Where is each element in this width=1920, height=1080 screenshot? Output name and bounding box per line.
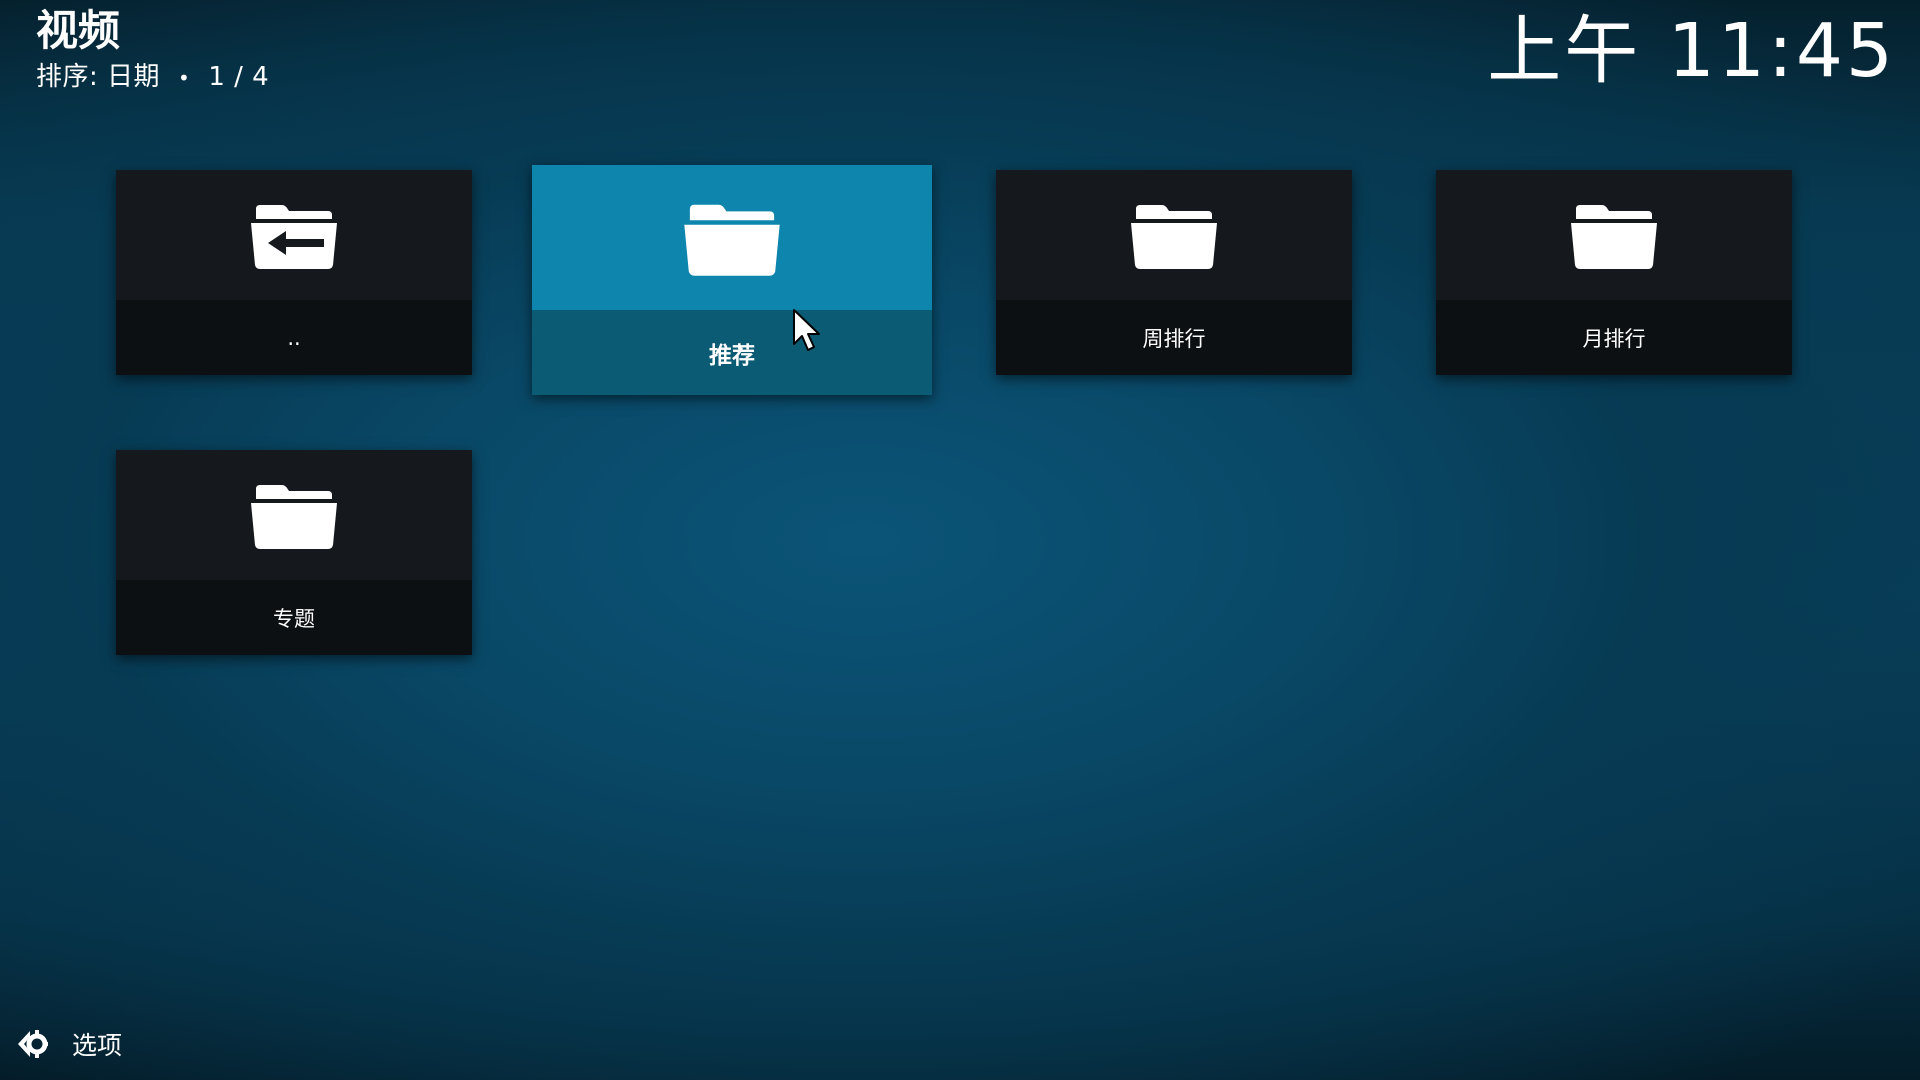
folder-tile-recommended[interactable]: 推荐 [532,165,932,395]
tile-label: 推荐 [532,310,932,395]
folder-icon [1131,205,1217,269]
tile-label: 周排行 [996,300,1352,375]
tile-label: 月排行 [1436,300,1792,375]
page-title: 视频 [36,6,121,55]
tile-icon-area [996,170,1352,300]
parent-folder-tile[interactable]: .. [116,170,472,375]
folder-back-icon [251,205,337,269]
page-indicator: 1 / 4 [208,62,270,92]
options-gear-icon [18,1030,48,1058]
tile-label: .. [116,300,472,375]
tile-label: 专题 [116,580,472,655]
clock: 上午 11:45 [1487,8,1896,94]
folder-icon [684,204,780,276]
folder-icon [1571,205,1657,269]
tile-icon-area [532,165,932,310]
folder-tile-topics[interactable]: 专题 [116,450,472,655]
folder-icon [251,485,337,549]
tile-icon-area [116,170,472,300]
separator-dot: • [178,65,191,90]
folder-tile-weekly[interactable]: 周排行 [996,170,1352,375]
tile-icon-area [116,450,472,580]
sort-label[interactable]: 排序: 日期 [36,62,160,92]
tile-icon-area [1436,170,1792,300]
options-button[interactable]: 选项 [14,1026,122,1062]
sort-info: 排序: 日期 • 1 / 4 [36,56,269,93]
folder-tile-monthly[interactable]: 月排行 [1436,170,1792,375]
options-label: 选项 [72,1031,123,1060]
